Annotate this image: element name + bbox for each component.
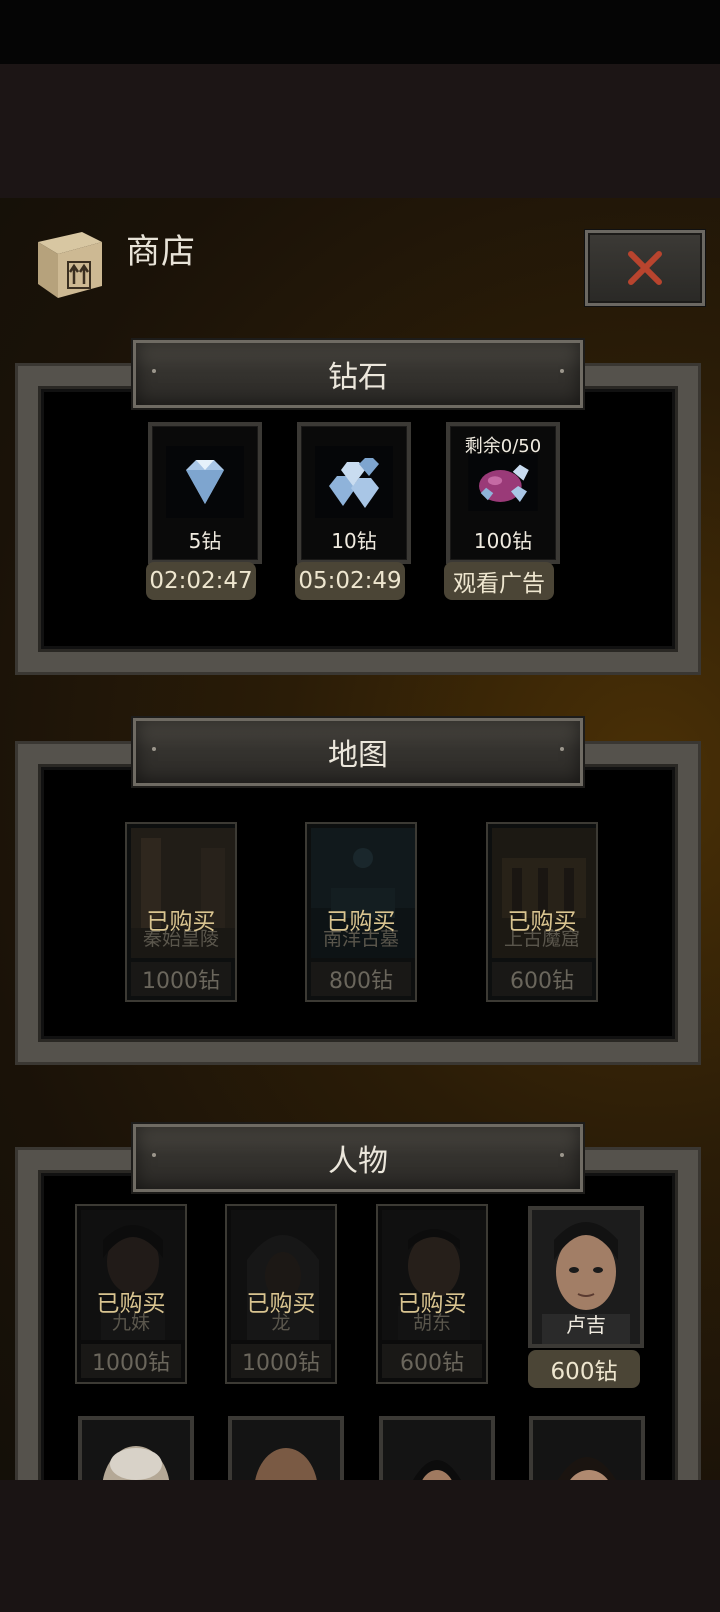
diamond-item-timer[interactable]: 05:02:49 [295, 562, 405, 600]
diamond-item-label: 5钻 [188, 529, 222, 553]
map-item[interactable]: 已购买 南洋古墓 800钻 [305, 822, 417, 1002]
map-section-title: 地图 [133, 718, 583, 786]
character-item[interactable]: 已购买 九妹 1000钻 [75, 1204, 187, 1384]
character-item[interactable] [228, 1416, 344, 1480]
page-title: 商店 [126, 232, 196, 272]
purchased-label: 已购买 [146, 909, 216, 935]
map-price: 800钻 [311, 962, 411, 996]
diamond-item-10[interactable]: 10钻 [297, 422, 411, 564]
diamond-pile-icon [315, 446, 393, 518]
character-price: 1000钻 [81, 1344, 181, 1378]
map-item[interactable]: 已购买 上古魔窟 600钻 [486, 822, 598, 1002]
character-item[interactable]: 已购买 龙 1000钻 [225, 1204, 337, 1384]
diamond-item-label: 10钻 [331, 529, 377, 553]
character-name: 卢吉 [566, 1313, 606, 1337]
character-portrait [533, 1420, 641, 1480]
watch-ad-button[interactable]: 观看广告 [444, 562, 554, 600]
character-price: 600钻 [382, 1344, 482, 1378]
character-portrait [383, 1420, 491, 1480]
purchased-label: 已购买 [96, 1291, 166, 1317]
character-item-available[interactable]: 卢吉 [528, 1206, 644, 1348]
diamond-item-100[interactable]: 剩余0/50 100钻 [446, 422, 560, 564]
close-icon [628, 251, 662, 285]
purchased-label: 已购买 [507, 909, 577, 935]
diamond-item-label: 100钻 [473, 529, 533, 553]
box-icon [38, 232, 102, 298]
close-button[interactable] [585, 230, 705, 306]
purchased-label: 已购买 [326, 909, 396, 935]
map-item[interactable]: 已购买 秦始皇陵 1000钻 [125, 822, 237, 1002]
diamond-item-timer[interactable]: 02:02:47 [146, 562, 256, 600]
character-item[interactable] [529, 1416, 645, 1480]
purchased-label: 已购买 [246, 1291, 316, 1317]
bottom-backdrop [0, 1480, 720, 1612]
map-price: 600钻 [492, 962, 592, 996]
character-price: 1000钻 [231, 1344, 331, 1378]
status-bar [0, 0, 720, 64]
buy-character-button[interactable]: 600钻 [528, 1350, 640, 1388]
diamond-item-5[interactable]: 5钻 [148, 422, 262, 564]
purchased-label: 已购买 [397, 1291, 467, 1317]
top-backdrop [0, 64, 720, 198]
character-item[interactable] [379, 1416, 495, 1480]
character-item[interactable]: 已购买 胡东 600钻 [376, 1204, 488, 1384]
shop-panel: 商店 钻石 5钻 02:02:47 10钻 05:02:49 剩余0/50 10… [0, 198, 720, 1480]
map-price: 1000钻 [131, 962, 231, 996]
character-portrait [82, 1420, 190, 1480]
diamond-section-title: 钻石 [133, 340, 583, 408]
diamond-bag-icon [468, 454, 538, 511]
diamond-icon [166, 446, 244, 518]
character-portrait [232, 1420, 340, 1480]
character-item[interactable] [78, 1416, 194, 1480]
character-section-title: 人物 [133, 1124, 583, 1192]
